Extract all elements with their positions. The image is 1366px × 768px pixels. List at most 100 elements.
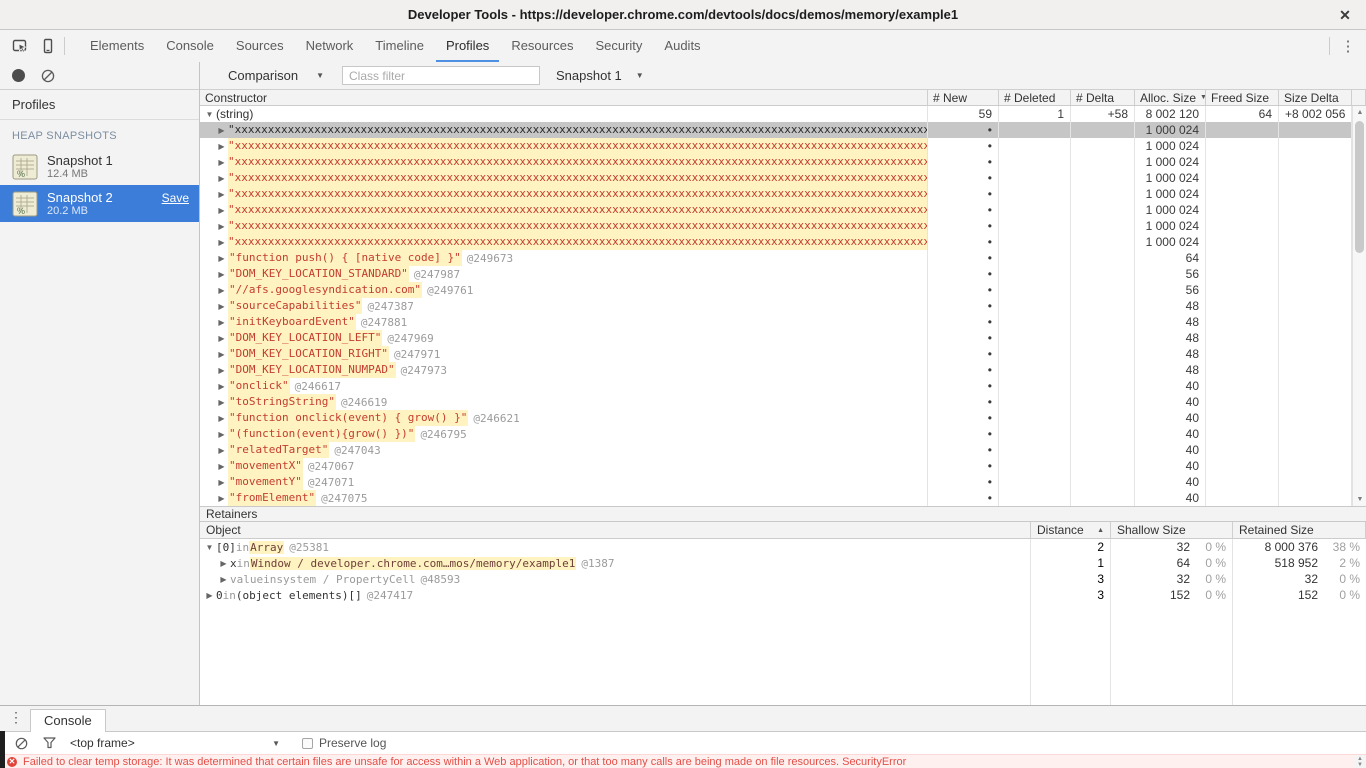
tab-timeline[interactable]: Timeline [365,30,434,62]
disclosure-arrow-icon[interactable]: ▶ [215,286,228,295]
constructor-row[interactable]: ▼(string)591+588 002 12064+8 002 056 [200,106,1366,122]
disclosure-arrow-icon[interactable]: ▶ [215,318,228,327]
tab-console[interactable]: Console [156,30,224,62]
record-icon[interactable] [12,69,25,82]
constructor-row[interactable]: ▶"initKeyboardEvent"@247881•48 [200,314,1366,330]
disclosure-arrow-icon[interactable]: ▶ [215,446,228,455]
constructor-row[interactable]: ▶"fromElement"@247075•40 [200,490,1366,506]
scrollbar-thumb[interactable] [1355,121,1364,253]
column-header-5[interactable]: Freed Size [1206,90,1279,105]
column-header-6[interactable]: Size Delta [1279,90,1352,105]
disclosure-arrow-icon[interactable]: ▶ [215,190,228,199]
disclosure-arrow-icon[interactable]: ▶ [215,254,228,263]
disclosure-arrow-icon[interactable]: ▶ [215,270,228,279]
retainer-row[interactable]: ▶x in Window / developer.chrome.com…mos/… [200,555,1366,571]
preserve-log-checkbox[interactable] [302,738,313,749]
constructor-row[interactable]: ▶"xxxxxxxxxxxxxxxxxxxxxxxxxxxxxxxxxxxxxx… [200,234,1366,250]
disclosure-arrow-icon[interactable]: ▶ [215,478,228,487]
constructor-row[interactable]: ▶"DOM_KEY_LOCATION_NUMPAD"@247973•48 [200,362,1366,378]
device-toolbar-icon[interactable] [40,38,56,54]
column-header-0[interactable]: Constructor [200,90,928,105]
close-icon[interactable]: ✕ [1336,6,1354,24]
disclosure-arrow-icon[interactable]: ▶ [215,462,228,471]
disclosure-arrow-icon[interactable]: ▶ [215,430,228,439]
constructor-row[interactable]: ▶"xxxxxxxxxxxxxxxxxxxxxxxxxxxxxxxxxxxxxx… [200,202,1366,218]
disclosure-arrow-icon[interactable]: ▶ [215,334,228,343]
disclosure-arrow-icon[interactable]: ▶ [215,366,228,375]
tab-elements[interactable]: Elements [80,30,154,62]
clear-icon[interactable] [41,69,55,83]
constructor-row[interactable]: ▶"relatedTarget"@247043•40 [200,442,1366,458]
constructor-row[interactable]: ▶"movementY"@247071•40 [200,474,1366,490]
class-filter-input[interactable] [342,66,540,85]
constructor-row[interactable]: ▶"sourceCapabilities"@247387•48 [200,298,1366,314]
drawer-menu-icon[interactable]: ⋮ [6,709,26,726]
disclosure-arrow-icon[interactable]: ▼ [203,543,216,552]
disclosure-arrow-icon[interactable]: ▶ [215,350,228,359]
disclosure-arrow-icon[interactable]: ▶ [215,142,228,151]
constructor-row[interactable]: ▶"//afs.googlesyndication.com"@249761•56 [200,282,1366,298]
save-snapshot-link[interactable]: Save [162,191,189,205]
column-header-3[interactable]: # Delta [1071,90,1135,105]
constructor-row[interactable]: ▶"xxxxxxxxxxxxxxxxxxxxxxxxxxxxxxxxxxxxxx… [200,186,1366,202]
preserve-log-control[interactable]: Preserve log [302,736,386,750]
retainers-column-header-0[interactable]: Object [200,522,1031,538]
main-menu-icon[interactable]: ⋮ [1338,37,1358,55]
filter-icon[interactable] [42,736,56,750]
disclosure-arrow-icon[interactable]: ▶ [215,238,228,247]
frame-context-select[interactable]: <top frame> ▼ [70,736,280,750]
constructor-row[interactable]: ▶"onclick"@246617•40 [200,378,1366,394]
constructor-row[interactable]: ▶"(function(event){grow() })"@246795•40 [200,426,1366,442]
disclosure-arrow-icon[interactable]: ▶ [215,302,228,311]
retainers-column-header-1[interactable]: Distance▲ [1031,522,1111,538]
disclosure-arrow-icon[interactable]: ▶ [215,398,228,407]
constructor-row[interactable]: ▶"DOM_KEY_LOCATION_LEFT"@247969•48 [200,330,1366,346]
sidebar-item-snapshot-2[interactable]: % Snapshot 2 20.2 MB Save [0,185,199,222]
tab-sources[interactable]: Sources [226,30,294,62]
disclosure-arrow-icon[interactable]: ▶ [215,174,228,183]
constructor-row[interactable]: ▶"movementX"@247067•40 [200,458,1366,474]
retainer-row[interactable]: ▼[0] in Array@253812320 %8 000 37638 % [200,539,1366,555]
tab-profiles[interactable]: Profiles [436,30,499,62]
tab-console-drawer[interactable]: Console [30,709,106,732]
disclosure-arrow-icon[interactable]: ▶ [217,575,230,584]
perspective-select[interactable]: Comparison ▼ [228,68,324,83]
sidebar-item-snapshot-1[interactable]: % Snapshot 1 12.4 MB [0,148,199,185]
constructor-row[interactable]: ▶"toStringString"@246619•40 [200,394,1366,410]
constructor-row[interactable]: ▶"xxxxxxxxxxxxxxxxxxxxxxxxxxxxxxxxxxxxxx… [200,122,1366,138]
scroll-up-icon[interactable]: ▲ [1353,106,1366,119]
constructor-row[interactable]: ▶"xxxxxxxxxxxxxxxxxxxxxxxxxxxxxxxxxxxxxx… [200,138,1366,154]
console-scrollbar[interactable]: ▲ ▼ [1354,755,1366,768]
constructor-row[interactable]: ▶"DOM_KEY_LOCATION_RIGHT"@247971•48 [200,346,1366,362]
disclosure-arrow-icon[interactable]: ▶ [215,382,228,391]
retainers-column-header-3[interactable]: Retained Size [1233,522,1366,538]
disclosure-arrow-icon[interactable]: ▶ [217,559,230,568]
constructor-row[interactable]: ▶"function push() { [native code] }"@249… [200,250,1366,266]
retainers-column-header-2[interactable]: Shallow Size [1111,522,1233,538]
inspect-element-icon[interactable] [12,38,28,54]
retainer-row[interactable]: ▶value in system / PropertyCell@48593332… [200,571,1366,587]
disclosure-arrow-icon[interactable]: ▶ [215,206,228,215]
disclosure-arrow-icon[interactable]: ▼ [203,110,216,119]
constructor-row[interactable]: ▶"function onclick(event) { grow() }"@24… [200,410,1366,426]
disclosure-arrow-icon[interactable]: ▶ [215,126,228,135]
constructor-row[interactable]: ▶"DOM_KEY_LOCATION_STANDARD"@247987•56 [200,266,1366,282]
column-header-2[interactable]: # Deleted [999,90,1071,105]
tab-network[interactable]: Network [296,30,364,62]
disclosure-arrow-icon[interactable]: ▶ [215,414,228,423]
constructor-row[interactable]: ▶"xxxxxxxxxxxxxxxxxxxxxxxxxxxxxxxxxxxxxx… [200,170,1366,186]
disclosure-arrow-icon[interactable]: ▶ [215,158,228,167]
base-snapshot-select[interactable]: Snapshot 1 ▼ [556,68,644,83]
tab-security[interactable]: Security [585,30,652,62]
tab-resources[interactable]: Resources [501,30,583,62]
column-header-1[interactable]: # New [928,90,999,105]
grid-scrollbar[interactable]: ▲ ▼ [1352,106,1366,506]
scroll-down-icon[interactable]: ▼ [1353,493,1366,506]
retainer-row[interactable]: ▶0 in (object elements)[]@24741731520 %1… [200,587,1366,603]
disclosure-arrow-icon[interactable]: ▶ [203,591,216,600]
constructor-row[interactable]: ▶"xxxxxxxxxxxxxxxxxxxxxxxxxxxxxxxxxxxxxx… [200,154,1366,170]
scroll-down-icon[interactable]: ▼ [1357,762,1363,768]
column-header-4[interactable]: Alloc. Size▼ [1135,90,1206,105]
tab-audits[interactable]: Audits [654,30,710,62]
disclosure-arrow-icon[interactable]: ▶ [215,222,228,231]
